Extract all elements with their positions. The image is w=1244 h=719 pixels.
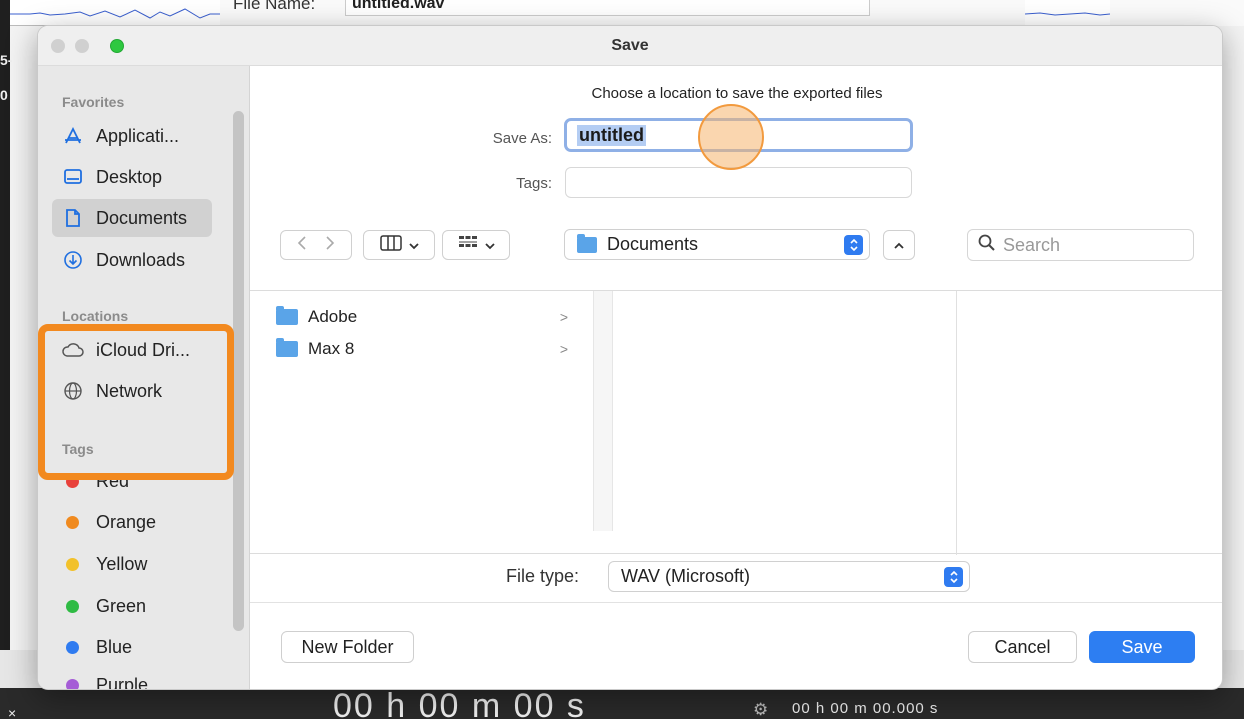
file-type-label: File type: <box>506 566 580 586</box>
chevron-down-icon <box>408 237 419 254</box>
click-indicator <box>698 104 764 170</box>
file-type-value: WAV (Microsoft) <box>621 566 750 586</box>
sidebar-tag-green[interactable]: Green <box>52 587 212 625</box>
sidebar-tag-orange[interactable]: Orange <box>52 503 212 541</box>
tag-dot-icon <box>66 678 79 689</box>
chevron-right-icon: > <box>559 341 568 357</box>
background-filename-label: File Name: <box>233 0 316 13</box>
search-icon <box>978 234 995 256</box>
dialog-prompt: Choose a location to save the exported f… <box>591 85 883 102</box>
tags-label: Tags: <box>516 175 552 192</box>
location-popup-value: Documents <box>607 234 699 254</box>
sidebar-item-label: Desktop <box>96 166 163 187</box>
cancel-button[interactable]: Cancel <box>968 631 1077 663</box>
sidebar-item-downloads[interactable]: Downloads <box>52 241 212 279</box>
background-tick-label: 0 <box>0 87 8 103</box>
sidebar-heading-favorites: Favorites <box>62 94 125 110</box>
folder-name: Max 8 <box>308 339 355 358</box>
window-title: Save <box>611 37 649 54</box>
sidebar-item-label: Orange <box>96 511 157 532</box>
sidebar-heading-locations: Locations <box>62 308 129 324</box>
tag-dot-icon <box>66 640 79 654</box>
view-mode-button[interactable] <box>363 230 435 260</box>
sidebar-item-label: Blue <box>96 636 133 657</box>
sidebar: Favorites Applicati... Desktop Documents… <box>38 66 250 690</box>
search-placeholder: Search <box>1003 234 1061 255</box>
search-input[interactable]: Search <box>967 229 1194 261</box>
sidebar-item-desktop[interactable]: Desktop <box>52 158 212 196</box>
sidebar-item-label: Applicati... <box>96 125 180 146</box>
popup-stepper-icon <box>844 235 863 255</box>
location-popup[interactable]: Documents <box>564 229 870 260</box>
tags-input[interactable] <box>565 167 912 198</box>
save-button[interactable]: Save <box>1089 631 1195 663</box>
gear-icon: ⚙ <box>753 700 769 719</box>
chevron-right-icon: > <box>559 309 568 325</box>
file-browser: Adobe > Max 8 > <box>250 290 1222 555</box>
background-tick-label: 5- <box>0 52 13 68</box>
folder-icon <box>276 338 298 357</box>
columns-view-icon <box>379 235 402 255</box>
sidebar-item-label: Documents <box>96 207 188 228</box>
tag-dot-icon <box>66 557 79 571</box>
background-waveform-right <box>1025 0 1110 26</box>
sidebar-item-applications[interactable]: Applicati... <box>52 117 212 155</box>
background-app-edge <box>0 0 10 719</box>
file-type-popup[interactable]: WAV (Microsoft) <box>608 561 970 592</box>
column-scroll-gutter[interactable] <box>593 291 613 531</box>
tag-dot-icon <box>66 599 79 613</box>
background-timecode: 00 h 00 m 00 s <box>333 687 586 719</box>
background-filename-field: untitled.wav <box>345 0 870 16</box>
popup-stepper-icon <box>944 567 963 587</box>
folder-row-max-8[interactable]: Max 8 > <box>276 335 576 363</box>
sidebar-tag-blue[interactable]: Blue <box>52 628 212 666</box>
title-bar: Save <box>38 26 1222 66</box>
document-icon <box>62 207 84 229</box>
expand-collapse-button[interactable] <box>883 230 915 260</box>
sidebar-tag-purple[interactable]: Purple <box>52 666 212 690</box>
save-as-label: Save As: <box>492 130 552 147</box>
tag-dot-icon <box>66 515 79 529</box>
background-timecode-small: 00 h 00 m 00.000 s <box>792 700 939 717</box>
folder-row-adobe[interactable]: Adobe > <box>276 303 576 331</box>
chevron-right-icon[interactable] <box>325 235 335 255</box>
column-divider <box>956 291 957 555</box>
folder-name: Adobe <box>308 307 358 326</box>
sidebar-scrollbar[interactable] <box>233 111 244 631</box>
new-folder-button[interactable]: New Folder <box>281 631 414 663</box>
downloads-icon <box>62 249 84 271</box>
grid-icon <box>458 235 478 255</box>
close-icon: × <box>8 705 17 719</box>
desktop-icon <box>62 166 84 188</box>
chevron-down-icon <box>484 237 495 254</box>
folder-icon <box>276 306 298 325</box>
chevron-left-icon[interactable] <box>297 235 307 255</box>
sidebar-item-documents[interactable]: Documents <box>52 199 212 237</box>
save-as-value: untitled <box>577 124 646 146</box>
save-dialog: Save Favorites Applicati... Desktop Docu… <box>37 25 1223 690</box>
group-mode-button[interactable] <box>442 230 510 260</box>
sidebar-item-label: Downloads <box>96 249 186 270</box>
applications-icon <box>62 125 84 147</box>
background-waveform <box>10 0 220 26</box>
sidebar-item-label: Yellow <box>96 553 148 574</box>
locations-highlight-annotation <box>38 324 234 480</box>
folder-icon <box>577 233 597 253</box>
background-timecode-bar <box>0 688 1244 719</box>
footer-divider <box>250 602 1222 603</box>
sidebar-item-label: Green <box>96 595 147 616</box>
back-forward-buttons[interactable] <box>280 230 352 260</box>
chevron-up-icon <box>893 238 905 253</box>
sidebar-item-label: Purple <box>96 674 149 690</box>
sidebar-tag-yellow[interactable]: Yellow <box>52 545 212 583</box>
